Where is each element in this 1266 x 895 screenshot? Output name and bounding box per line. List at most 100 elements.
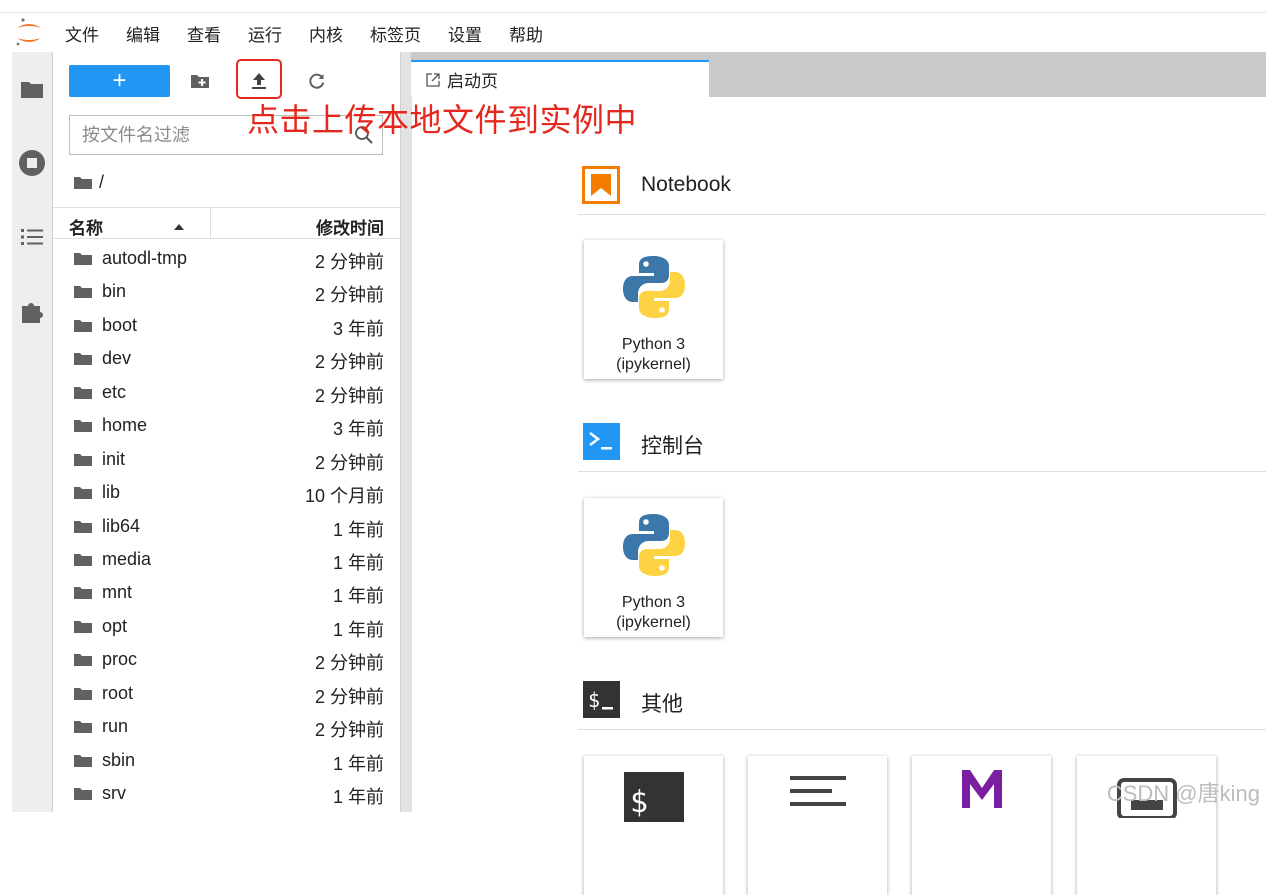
console-python3-card[interactable]: Python 3 (ipykernel): [584, 498, 723, 637]
file-row[interactable]: opt 1 年前: [53, 610, 400, 643]
file-row[interactable]: autodl-tmp 2 分钟前: [53, 242, 400, 275]
file-browser-panel: + / 名称 修改时间 autodl-tmp 2 分钟前 bin 2 分钟前 boot 3…: [53, 52, 400, 812]
file-row[interactable]: lib 10 个月前: [53, 476, 400, 509]
text-file-card[interactable]: [748, 756, 887, 895]
section-divider: [578, 729, 1266, 730]
breadcrumb[interactable]: /: [73, 172, 104, 193]
sort-ascending-icon[interactable]: [173, 218, 185, 236]
markdown-icon: [958, 766, 1006, 815]
launcher-tab-icon: [426, 72, 440, 87]
file-modified: 2 分钟前: [314, 252, 384, 272]
file-name: srv: [102, 783, 126, 803]
file-row[interactable]: media 1 年前: [53, 543, 400, 576]
file-row[interactable]: boot 3 年前: [53, 309, 400, 342]
menu-settings[interactable]: 设置: [448, 21, 482, 46]
file-modified: 1 年前: [332, 787, 384, 807]
file-row[interactable]: etc 2 分钟前: [53, 376, 400, 409]
menu-file[interactable]: 文件: [65, 21, 99, 46]
file-row[interactable]: sbin 1 年前: [53, 744, 400, 777]
file-row[interactable]: root 2 分钟前: [53, 677, 400, 710]
terminal-card[interactable]: $: [584, 756, 723, 895]
file-name: home: [102, 415, 148, 436]
python-logo-icon: [621, 254, 687, 325]
file-modified: 10 个月前: [304, 486, 384, 507]
section-divider: [578, 471, 1266, 472]
file-modified: 2 分钟前: [314, 352, 384, 373]
tab-launcher[interactable]: 启动页: [411, 60, 709, 97]
notebook-python3-card[interactable]: Python 3 (ipykernel): [584, 240, 723, 379]
column-modified-header[interactable]: 修改时间: [316, 214, 384, 239]
file-modified: 3 年前: [332, 318, 384, 339]
markdown-file-card[interactable]: [912, 756, 1051, 895]
menu-view[interactable]: 查看: [187, 21, 221, 46]
card-label-line2: (ipykernel): [616, 356, 691, 373]
menu-kernel[interactable]: 内核: [309, 21, 343, 46]
file-name: root: [102, 682, 134, 703]
tab-label: 启动页: [447, 72, 498, 91]
panel-splitter[interactable]: [400, 52, 412, 812]
menu-run[interactable]: 运行: [248, 21, 282, 46]
file-row[interactable]: mnt 1 年前: [53, 576, 400, 609]
new-launcher-button[interactable]: +: [69, 65, 170, 97]
file-modified: 1 年前: [332, 586, 384, 607]
section-title-other: 其他: [641, 693, 683, 716]
folder-icon: [73, 452, 93, 472]
new-folder-icon[interactable]: [184, 65, 216, 97]
terminal-icon: $: [624, 772, 684, 827]
folder-icon: [73, 385, 93, 405]
menu-tabs[interactable]: 标签页: [370, 21, 421, 46]
other-section-icon: $: [583, 681, 620, 723]
card-label-line2: (ipykernel): [616, 614, 691, 631]
top-strip: [0, 0, 1266, 13]
folder-icon: [73, 753, 93, 773]
file-name: dev: [102, 348, 132, 369]
section-title-console: 控制台: [641, 435, 704, 458]
file-row[interactable]: bin 2 分钟前: [53, 275, 400, 308]
folder-icon: [74, 177, 92, 189]
file-modified: 2 分钟前: [314, 653, 384, 674]
file-modified: 1 年前: [332, 753, 384, 774]
folder-icon: [73, 519, 93, 539]
file-row[interactable]: srv 1 年前: [53, 777, 400, 810]
folder-icon: [73, 485, 93, 505]
file-name: lib64: [102, 515, 141, 536]
menu-help[interactable]: 帮助: [509, 21, 543, 46]
extension-puzzle-icon[interactable]: [17, 296, 47, 326]
menu-edit[interactable]: 编辑: [126, 21, 160, 46]
file-name: lib: [102, 482, 121, 503]
file-row[interactable]: lib64 1 年前: [53, 510, 400, 543]
folder-icon[interactable]: [17, 74, 47, 104]
file-name: opt: [102, 615, 128, 636]
file-list: autodl-tmp 2 分钟前 bin 2 分钟前 boot 3 年前 dev 2 分钟前 e…: [53, 242, 400, 810]
console-section-icon: [583, 423, 620, 465]
column-name-header[interactable]: 名称: [69, 214, 103, 239]
menu-bar: 文件 编辑 查看 运行 内核 标签页 设置 帮助: [12, 14, 1266, 52]
file-name: bin: [102, 281, 127, 302]
file-row[interactable]: init 2 分钟前: [53, 443, 400, 476]
table-of-contents-icon[interactable]: [17, 222, 47, 252]
file-modified: 3 年前: [332, 419, 384, 440]
refresh-icon[interactable]: [301, 65, 333, 97]
file-modified: 2 分钟前: [314, 686, 384, 707]
card-label-line1: Python 3: [621, 336, 686, 353]
file-name: init: [102, 448, 126, 469]
running-stop-icon[interactable]: [17, 148, 47, 178]
breadcrumb-root[interactable]: /: [99, 172, 104, 193]
file-row[interactable]: run 2 分钟前: [53, 710, 400, 743]
svg-text:$: $: [630, 785, 648, 820]
file-row[interactable]: proc 2 分钟前: [53, 643, 400, 676]
svg-text:$: $: [588, 688, 600, 712]
folder-icon: [73, 786, 93, 806]
folder-icon: [73, 351, 93, 371]
file-row[interactable]: home 3 年前: [53, 409, 400, 442]
file-row[interactable]: dev 2 分钟前: [53, 342, 400, 375]
folder-icon: [73, 719, 93, 739]
file-modified: 1 年前: [332, 619, 384, 640]
card-label-line1: Python 3: [621, 594, 686, 611]
file-modified: 2 分钟前: [314, 385, 384, 406]
file-modified: 1 年前: [332, 552, 384, 573]
file-name: mnt: [102, 582, 133, 603]
column-divider: [210, 208, 211, 238]
folder-icon: [73, 619, 93, 639]
folder-icon: [73, 686, 93, 706]
